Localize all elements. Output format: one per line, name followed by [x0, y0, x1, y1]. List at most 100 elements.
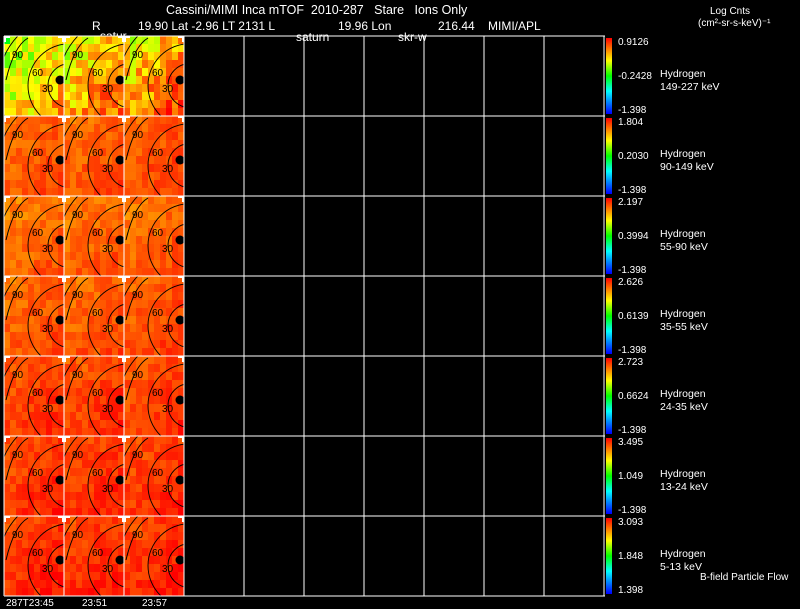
- heatmap-cell: [16, 332, 23, 341]
- heatmap-cell: [166, 380, 173, 389]
- heatmap-cell: [154, 500, 161, 509]
- heatmap-cell: [40, 436, 47, 445]
- contour-label: 30: [162, 564, 174, 575]
- heatmap-cell: [100, 268, 107, 276]
- heatmap-cell: [76, 548, 83, 557]
- heatmap-cell: [70, 172, 77, 181]
- heatmap-cell: [10, 252, 17, 261]
- heatmap-cell: [142, 548, 149, 557]
- heatmap-cell: [148, 268, 155, 276]
- heatmap-cell: [142, 332, 149, 341]
- heatmap-cell: [64, 532, 71, 541]
- heatmap-cell: [10, 100, 17, 109]
- heatmap-cell: [16, 468, 23, 477]
- heatmap-cell: [124, 52, 131, 61]
- heatmap-cell: [154, 484, 161, 493]
- heatmap-cell: [40, 516, 47, 525]
- heatmap-cell: [82, 332, 89, 341]
- heatmap-cell: [82, 556, 89, 565]
- heatmap-cell: [160, 260, 167, 269]
- heatmap-cell: [148, 108, 155, 116]
- heatmap-cell: [130, 324, 137, 333]
- heatmap-cell: [10, 68, 17, 77]
- heatmap-cell: [142, 468, 149, 477]
- heatmap-cell: [136, 140, 143, 149]
- heatmap-cell: [46, 356, 53, 365]
- heatmap-cell: [94, 500, 101, 509]
- contour-label: 90: [72, 290, 84, 301]
- heatmap-cell: [172, 348, 179, 356]
- heatmap-cell: [124, 284, 131, 293]
- heatmap-cell: [142, 172, 149, 181]
- heatmap-cell: [142, 340, 149, 349]
- heatmap-cell: [46, 212, 53, 221]
- heatmap-cell: [82, 316, 89, 325]
- heatmap-cell: [16, 412, 23, 421]
- heatmap-cell: [70, 276, 77, 285]
- heatmap-cell: [70, 188, 77, 196]
- heatmap-cell: [70, 228, 77, 237]
- heatmap-cell: [130, 308, 137, 317]
- heatmap-cell: [10, 476, 17, 485]
- heatmap-cell: [166, 356, 173, 365]
- heatmap-cell: [76, 428, 83, 436]
- colorbar-0: [606, 38, 612, 114]
- heatmap-cell: [82, 188, 89, 196]
- contour-label: 90: [72, 50, 84, 61]
- heatmap-cell: [106, 532, 113, 541]
- heatmap-cell: [106, 300, 113, 309]
- heatmap-cell: [106, 268, 113, 276]
- heatmap-cell: [166, 452, 173, 461]
- heatmap-cell: [46, 540, 53, 549]
- planet-marker: [55, 155, 64, 165]
- heatmap-cell: [142, 68, 149, 77]
- heatmap-cell: [16, 92, 23, 101]
- heatmap-cell: [112, 188, 119, 196]
- heatmap-cell: [142, 508, 149, 516]
- heatmap-cell: [130, 492, 137, 501]
- heatmap-cell: [4, 412, 11, 421]
- contour-label: 30: [42, 324, 54, 335]
- contour-label: 60: [32, 388, 44, 399]
- heatmap-cell: [136, 460, 143, 469]
- heatmap-cell: [154, 412, 161, 421]
- heatmap-cell: [40, 100, 47, 109]
- heatmap-cell: [166, 148, 173, 157]
- heatmap-cell: [82, 300, 89, 309]
- heatmap-cell: [22, 588, 29, 596]
- heatmap-cell: [166, 348, 173, 356]
- heatmap-cell: [34, 284, 41, 293]
- planet-marker: [55, 235, 64, 245]
- heatmap-cell: [28, 108, 35, 116]
- planet-marker: [115, 395, 124, 405]
- heatmap-cell: [106, 508, 113, 516]
- heatmap-cell: [28, 212, 35, 221]
- heatmap-cell: [88, 196, 95, 205]
- heatmap-cell: [16, 484, 23, 493]
- heatmap-cell: [142, 500, 149, 509]
- heatmap-cell: [106, 588, 113, 596]
- heatmap-cell: [142, 420, 149, 429]
- heatmap-cell: [10, 580, 17, 589]
- heatmap-cell: [22, 380, 29, 389]
- heatmap-cell: [142, 140, 149, 149]
- heatmap-cell: [28, 52, 35, 61]
- heatmap-cell: [22, 492, 29, 501]
- heatmap-cell: [172, 52, 179, 61]
- heatmap-cell: [82, 572, 89, 581]
- heatmap-cell: [166, 196, 173, 205]
- heatmap-cell: [166, 420, 173, 429]
- heatmap-cell: [4, 212, 11, 221]
- heatmap-cell: [34, 116, 41, 125]
- heatmap-cell: [82, 108, 89, 116]
- heatmap-cell: [16, 548, 23, 557]
- heatmap-cell: [130, 572, 137, 581]
- heatmap-cell: [112, 356, 119, 365]
- heatmap-cell: [52, 532, 59, 541]
- heatmap-cell: [166, 388, 173, 397]
- heatmap-cell: [82, 100, 89, 109]
- heatmap-cell: [130, 188, 137, 196]
- heatmap-cell: [10, 428, 17, 436]
- heatmap-cell: [4, 532, 11, 541]
- band-species-label: Hydrogen: [660, 388, 706, 400]
